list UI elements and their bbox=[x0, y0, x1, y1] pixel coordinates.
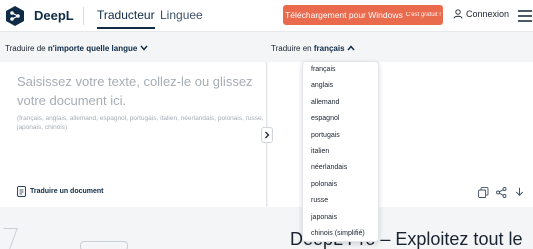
supported-languages-hint: (français, anglais, allemand, espagnol, … bbox=[17, 115, 264, 131]
target-actions bbox=[478, 187, 525, 198]
source-text-panel[interactable]: Saisissez votre texte, collez-le ou glis… bbox=[0, 62, 267, 207]
header-divider bbox=[83, 7, 84, 25]
menu-icon[interactable] bbox=[518, 10, 532, 22]
translate-document-label: Traduire un document bbox=[30, 188, 104, 195]
download-button-label: Téléchargement pour Windows bbox=[285, 10, 403, 20]
source-placeholder[interactable]: Saisissez votre texte, collez-le ou glis… bbox=[17, 72, 262, 110]
dropdown-item-japonais[interactable]: japonais bbox=[303, 210, 378, 226]
tab-traducteur[interactable]: Traducteur bbox=[97, 8, 155, 29]
decorative-shape bbox=[80, 241, 128, 249]
free-badge: C'est gratuit ! bbox=[405, 12, 441, 18]
dropdown-item-francais[interactable]: français bbox=[303, 62, 378, 78]
tab-linguee[interactable]: Linguee bbox=[160, 8, 203, 22]
target-language-selector[interactable]: Traduire en français bbox=[271, 44, 355, 53]
deepl-logo-icon[interactable] bbox=[4, 5, 26, 27]
dropdown-item-portugais[interactable]: portugais bbox=[303, 128, 378, 144]
login-label: Connexion bbox=[466, 9, 510, 19]
brand-name[interactable]: DeepL bbox=[34, 8, 74, 23]
dropdown-item-neerlandais[interactable]: néerlandais bbox=[303, 160, 378, 176]
top-bar: DeepL Traducteur Linguee Téléchargement … bbox=[0, 0, 533, 32]
document-icon bbox=[17, 186, 26, 197]
source-lang-value: n'importe quelle langue bbox=[47, 44, 138, 53]
target-lang-prefix: Traduire en bbox=[271, 44, 314, 53]
dropdown-item-russe[interactable]: russe bbox=[303, 193, 378, 209]
download-icon[interactable] bbox=[514, 187, 525, 198]
chevron-down-icon bbox=[140, 45, 148, 51]
chevron-right-icon bbox=[265, 131, 270, 139]
user-icon bbox=[453, 9, 463, 19]
dropdown-item-espagnol[interactable]: espagnol bbox=[303, 111, 378, 127]
dropdown-item-allemand[interactable]: allemand bbox=[303, 95, 378, 111]
download-windows-button[interactable]: Téléchargement pour Windows C'est gratui… bbox=[283, 5, 443, 25]
copy-icon[interactable] bbox=[478, 187, 489, 198]
dropdown-item-anglais[interactable]: anglais bbox=[303, 78, 378, 94]
share-icon[interactable] bbox=[496, 187, 507, 198]
source-language-selector[interactable]: Traduire de n'importe quelle langue bbox=[5, 44, 148, 53]
dropdown-item-polonais[interactable]: polonais bbox=[303, 177, 378, 193]
target-lang-value: français bbox=[313, 44, 345, 53]
login-button[interactable]: Connexion bbox=[453, 9, 509, 19]
dropdown-item-italien[interactable]: italien bbox=[303, 144, 378, 160]
chevron-up-icon bbox=[347, 45, 355, 51]
translate-document-button[interactable]: Traduire un document bbox=[17, 186, 104, 197]
dropdown-item-chinois[interactable]: chinois (simplifié) bbox=[303, 226, 378, 242]
target-language-dropdown[interactable]: français anglais allemand espagnol portu… bbox=[302, 61, 379, 242]
source-lang-prefix: Traduire de bbox=[5, 44, 48, 53]
swap-languages-button[interactable] bbox=[261, 127, 273, 143]
